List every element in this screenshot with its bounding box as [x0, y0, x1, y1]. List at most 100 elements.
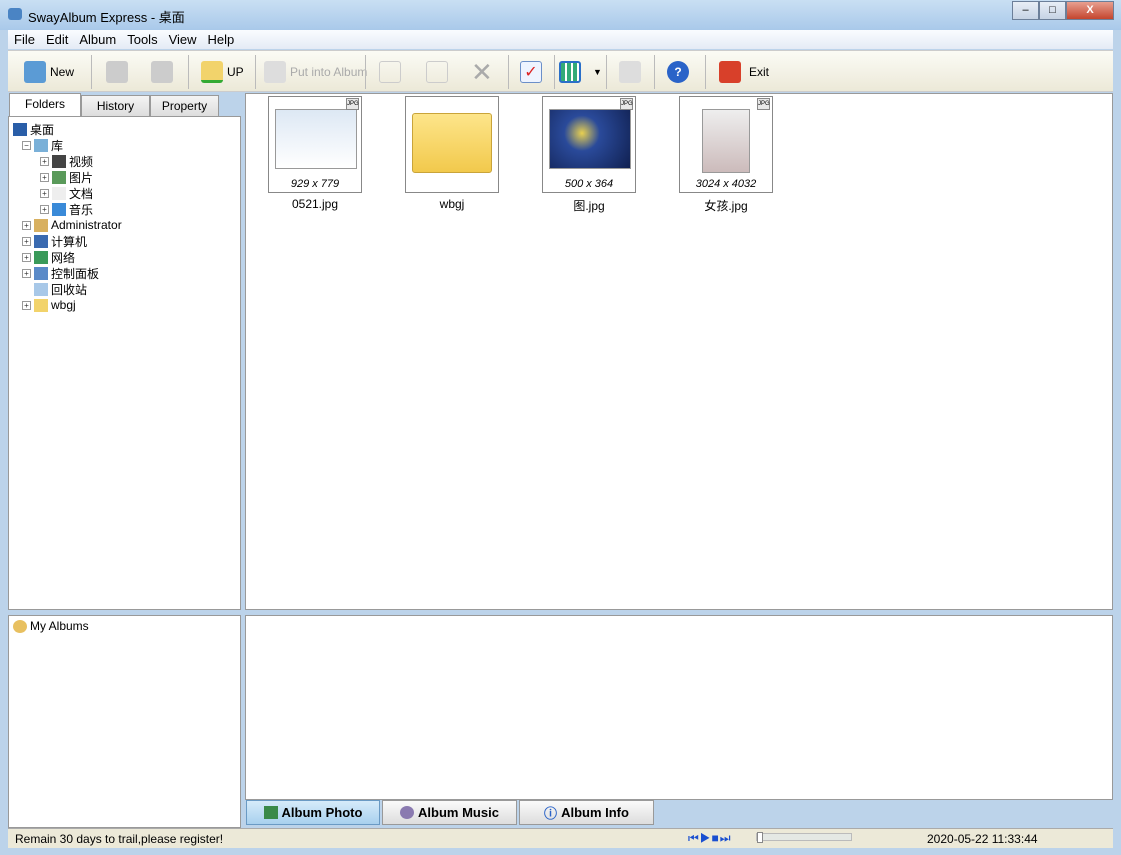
tree-item[interactable]: + 文档 [40, 185, 93, 201]
image-thumbnail[interactable]: JPG 3024 x 4032 [679, 96, 773, 193]
status-message: Remain 30 days to trail,please register! [15, 832, 224, 846]
image-preview [702, 109, 750, 173]
albums-icon [13, 619, 27, 633]
folder-icon [34, 298, 48, 312]
status-bar: Remain 30 days to trail,please register!… [8, 828, 1113, 848]
checklist-icon: ✓ [520, 61, 542, 83]
video-icon [52, 154, 66, 168]
grid-view-icon [559, 61, 581, 83]
tab-album-photo-label: Album Photo [281, 805, 363, 820]
new-album-icon [24, 61, 46, 83]
tree-item-label: 音乐 [69, 202, 94, 217]
file-name[interactable]: 0521.jpg [268, 197, 362, 211]
tree-item[interactable]: + 音乐 [40, 201, 93, 217]
menu-tools[interactable]: Tools [121, 30, 162, 47]
next-icon[interactable]: ⏭ [720, 831, 732, 845]
photo-icon [263, 806, 278, 819]
expand-icon[interactable]: + [22, 252, 31, 262]
menu-help[interactable]: Help [202, 30, 240, 47]
tree-item[interactable]: + 计算机 [22, 233, 87, 249]
app-icon [8, 8, 22, 20]
tab-album-info[interactable]: ⓘ Album Info [519, 800, 654, 825]
help-button[interactable]: ? [667, 59, 689, 85]
expand-icon[interactable]: + [22, 236, 31, 246]
expand-icon[interactable]: + [22, 300, 31, 310]
up-label: UP [227, 65, 244, 79]
exit-button[interactable]: Exit [719, 59, 769, 85]
expand-icon[interactable]: + [40, 188, 49, 198]
music-icon [52, 202, 66, 216]
control-panel-icon [34, 266, 48, 280]
delete-button[interactable]: ✕ [471, 57, 493, 87]
printer-icon [619, 61, 641, 83]
tab-history[interactable]: History [81, 95, 150, 117]
up-button[interactable]: UP [201, 59, 244, 85]
back-button[interactable] [106, 59, 128, 85]
put-into-album-button[interactable]: Put into Album [264, 59, 367, 85]
play-icon[interactable]: ▶ [700, 831, 712, 845]
recycle-bin-icon [34, 282, 48, 296]
new-button[interactable]: New [24, 59, 74, 85]
expand-icon[interactable]: + [22, 220, 31, 230]
print-button[interactable] [619, 59, 641, 85]
close-button[interactable]: X [1066, 1, 1114, 20]
help-icon: ? [667, 61, 689, 83]
new-label: New [50, 65, 75, 79]
menu-view[interactable]: View [163, 30, 202, 47]
tab-album-info-label: Album Info [561, 805, 629, 820]
slider-handle[interactable] [757, 832, 763, 843]
tree-item-label: 计算机 [51, 234, 88, 249]
folder-item[interactable] [405, 96, 499, 193]
collapse-icon[interactable]: − [22, 140, 31, 150]
image-thumbnail[interactable]: JPG 500 x 364 [542, 96, 636, 193]
maximize-button[interactable]: □ [1039, 1, 1066, 20]
paste-icon [426, 61, 448, 83]
desktop-icon [13, 122, 27, 136]
tree-item[interactable]: + Administrator [22, 217, 122, 233]
forward-button[interactable] [151, 59, 173, 85]
file-name[interactable]: 图.jpg [542, 197, 636, 214]
minimize-button[interactable]: – [1012, 1, 1039, 20]
tab-album-music[interactable]: Album Music [382, 800, 517, 825]
tree-item[interactable]: 回收站 [22, 281, 87, 297]
tree-item[interactable]: − 库 [22, 137, 63, 153]
tree-item-label: wbgj [51, 298, 76, 312]
paste-button[interactable] [426, 59, 448, 85]
image-thumbnail[interactable]: JPG 929 x 779 [268, 96, 362, 193]
separator [365, 55, 366, 89]
copy-button[interactable] [379, 59, 401, 85]
tab-folders[interactable]: Folders [9, 93, 81, 117]
computer-icon [34, 234, 48, 248]
tree-item[interactable]: + 网络 [22, 249, 75, 265]
menu-album[interactable]: Album [73, 30, 121, 47]
separator [654, 55, 655, 89]
file-name[interactable]: 女孩.jpg [679, 197, 773, 214]
tree-item[interactable]: + 视频 [40, 153, 93, 169]
menu-bar: File Edit Album Tools View Help [8, 30, 1113, 49]
tab-property[interactable]: Property [150, 95, 219, 117]
menu-edit[interactable]: Edit [40, 30, 73, 47]
file-name[interactable]: wbgj [405, 197, 499, 211]
tab-album-photo[interactable]: Album Photo [246, 800, 380, 825]
expand-icon[interactable]: + [40, 204, 49, 214]
stop-icon[interactable]: ■ [712, 831, 720, 845]
tree-item[interactable]: 桌面 [13, 121, 54, 137]
expand-icon[interactable]: + [40, 172, 49, 182]
image-dimensions: 500 x 364 [564, 178, 614, 190]
separator [91, 55, 92, 89]
view-mode-button[interactable] [559, 59, 581, 85]
expand-icon[interactable]: + [40, 156, 49, 166]
music-progress-slider[interactable] [756, 832, 852, 843]
my-albums-item[interactable]: My Albums [13, 618, 89, 634]
separator [255, 55, 256, 89]
expand-icon[interactable]: + [22, 268, 31, 278]
image-dimensions: 929 x 779 [290, 178, 340, 190]
image-dimensions: 3024 x 4032 [695, 178, 757, 190]
view-mode-dropdown[interactable]: ▼ [593, 59, 602, 85]
tree-item[interactable]: + 图片 [40, 169, 93, 185]
tree-item[interactable]: + wbgj [22, 297, 76, 313]
select-button[interactable]: ✓ [520, 59, 542, 85]
menu-file[interactable]: File [8, 30, 40, 47]
tree-item[interactable]: + 控制面板 [22, 265, 99, 281]
previous-icon[interactable]: ⏮ [688, 831, 700, 845]
